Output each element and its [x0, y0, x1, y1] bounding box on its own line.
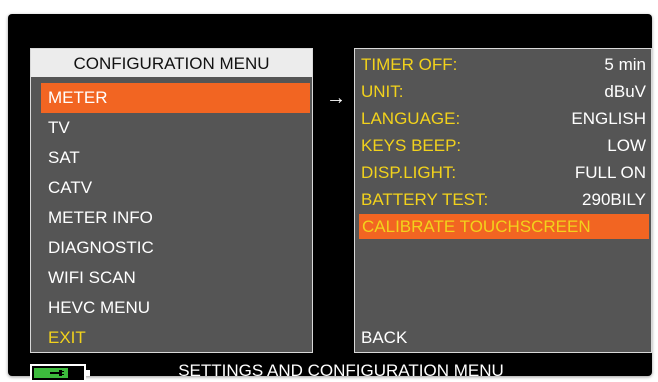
menu-item-sat[interactable]: SAT: [41, 143, 310, 173]
setting-label: KEYS BEEP:: [361, 136, 462, 155]
menu-item-diagnostic[interactable]: DIAGNOSTIC: [41, 233, 310, 263]
menu-item-meter[interactable]: METER: [41, 83, 310, 113]
setting-label: DISP.LIGHT:: [361, 163, 457, 182]
setting-label: LANGUAGE:: [361, 109, 461, 128]
menu-item-tv[interactable]: TV: [41, 113, 310, 143]
setting-value: 290BILY: [582, 190, 646, 209]
setting-row-disp-light[interactable]: DISP.LIGHT: FULL ON: [361, 160, 646, 186]
setting-row-timer-off[interactable]: TIMER OFF: 5 min: [361, 52, 646, 78]
status-bar-text: SETTINGS AND CONFIGURATION MENU: [178, 361, 504, 380]
setting-row-battery-test[interactable]: BATTERY TEST: 290BILY: [361, 187, 646, 213]
configuration-menu-panel: CONFIGURATION MENU METER TV SAT CATV MET…: [30, 48, 313, 353]
menu-title: CONFIGURATION MENU: [31, 49, 312, 77]
menu-item-exit[interactable]: EXIT: [41, 323, 310, 353]
setting-row-unit[interactable]: UNIT: dBuV: [361, 79, 646, 105]
setting-row-language[interactable]: LANGUAGE: ENGLISH: [361, 106, 646, 132]
menu-item-catv[interactable]: CATV: [41, 173, 310, 203]
setting-label: UNIT:: [361, 82, 404, 101]
device-screen: CONFIGURATION MENU METER TV SAT CATV MET…: [8, 14, 652, 382]
calibrate-touchscreen-button[interactable]: CALIBRATE TOUCHSCREEN: [359, 214, 649, 239]
setting-value: dBuV: [604, 82, 646, 101]
setting-label: BATTERY TEST:: [361, 190, 489, 209]
right-arrow-icon: →: [326, 87, 346, 109]
settings-panel: TIMER OFF: 5 min UNIT: dBuV LANGUAGE: EN…: [354, 48, 652, 353]
menu-item-hevc-menu[interactable]: HEVC MENU: [41, 293, 310, 323]
setting-row-keys-beep[interactable]: KEYS BEEP: LOW: [361, 133, 646, 159]
menu-item-wifi-scan[interactable]: WIFI SCAN: [41, 263, 310, 293]
setting-label: TIMER OFF:: [361, 55, 458, 74]
setting-value: ENGLISH: [571, 109, 646, 128]
setting-value: FULL ON: [574, 163, 646, 182]
setting-value: LOW: [607, 136, 646, 155]
setting-value: 5 min: [604, 55, 646, 74]
menu-item-meter-info[interactable]: METER INFO: [41, 203, 310, 233]
back-button[interactable]: BACK: [361, 325, 407, 351]
